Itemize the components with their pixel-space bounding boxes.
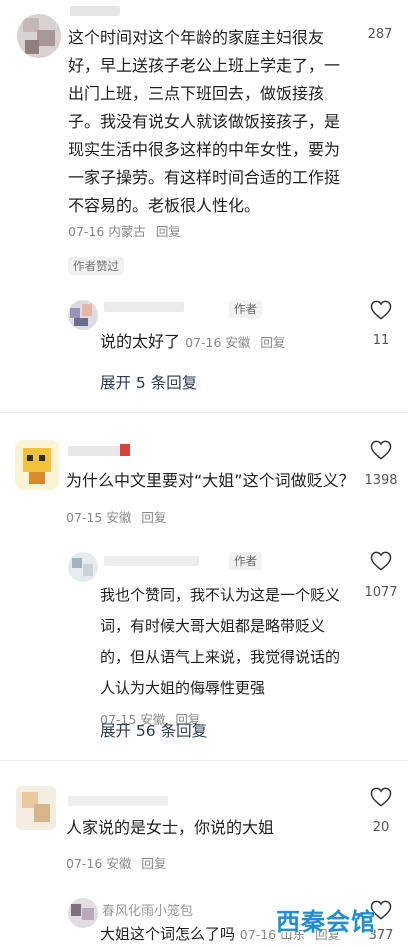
comment-location: 安徽 bbox=[106, 856, 132, 871]
avatar-pixel bbox=[82, 304, 92, 316]
reply-text: 说的太好了 07-16 安徽 回复 bbox=[100, 328, 285, 357]
avatar-pixel bbox=[70, 308, 80, 318]
heart-icon[interactable] bbox=[370, 300, 392, 320]
comment-meta: 07-15 安徽 回复 bbox=[66, 507, 166, 526]
username-blurred[interactable] bbox=[70, 6, 120, 16]
like-count: 287 bbox=[367, 27, 393, 42]
avatar-pixel bbox=[25, 40, 39, 54]
comment-text: 人家说的是女士，你说的大姐 bbox=[66, 818, 275, 837]
avatar[interactable] bbox=[68, 898, 98, 928]
heart-icon[interactable] bbox=[370, 440, 392, 460]
heart-icon[interactable] bbox=[370, 551, 392, 571]
avatar[interactable] bbox=[16, 786, 56, 830]
divider bbox=[0, 412, 408, 413]
avatar-pixel bbox=[37, 30, 55, 46]
author-tag: 作者 bbox=[229, 300, 262, 318]
reply-content: 大姐这个词怎么了吗 bbox=[100, 925, 236, 943]
avatar-pixel bbox=[72, 558, 82, 568]
avatar-pixel bbox=[29, 472, 45, 484]
reply-date: 07-16 bbox=[239, 927, 277, 942]
avatar-pixel bbox=[27, 455, 33, 461]
reply-content: 说的太好了 bbox=[100, 332, 181, 351]
reply-username[interactable]: 春风化雨小笼包 bbox=[102, 900, 193, 919]
comment-date: 07-16 bbox=[68, 224, 105, 239]
username-blurred[interactable] bbox=[104, 556, 199, 566]
like-count: 1398 bbox=[364, 473, 398, 488]
comment-date: 07-16 bbox=[66, 856, 103, 871]
comment-text: 这个时间对这个年龄的家庭主妇很友好，早上送孩子老公上班上学走了，一出门上班，三点… bbox=[68, 28, 341, 215]
avatar-pixel bbox=[34, 804, 50, 822]
reply-date: 07-16 bbox=[185, 335, 222, 350]
reply-location: 安徽 bbox=[225, 335, 251, 350]
username-blurred[interactable] bbox=[68, 446, 126, 456]
like-count: 11 bbox=[372, 333, 390, 348]
author-liked-badge: 作者赞过 bbox=[68, 257, 124, 275]
username-blurred[interactable] bbox=[104, 302, 184, 312]
avatar[interactable] bbox=[17, 14, 61, 58]
avatar[interactable] bbox=[68, 300, 98, 330]
avatar-pixel bbox=[74, 318, 88, 326]
avatar-pixel bbox=[71, 904, 81, 916]
avatar[interactable] bbox=[15, 440, 59, 490]
avatar-pixel bbox=[82, 908, 94, 920]
avatar-pixel bbox=[39, 455, 45, 461]
comment-meta: 07-16 安徽 回复 bbox=[66, 853, 166, 872]
comment-text: 为什么中文里要对“大姐”这个词做贬义？ bbox=[66, 471, 355, 490]
reply-button[interactable]: 回复 bbox=[260, 335, 285, 350]
reply-text: 我也个赞同，我不认为这是一个贬义词，有时候大哥大姐都是略带贬义的，但从语气上来说… bbox=[100, 580, 350, 735]
divider bbox=[0, 760, 408, 761]
like-count: 1077 bbox=[364, 585, 398, 600]
avatar-pixel bbox=[83, 564, 93, 576]
reply-content: 我也个赞同，我不认为这是一个贬义词，有时候大哥大姐都是略带贬义的，但从语气上来说… bbox=[100, 586, 341, 697]
reply-meta: 07-16 安徽 回复 bbox=[185, 335, 285, 350]
expand-replies-button[interactable]: 展开 56 条回复 bbox=[100, 719, 207, 741]
reply-button[interactable]: 回复 bbox=[156, 224, 181, 239]
watermark: 西秦会馆 bbox=[276, 908, 376, 936]
like-count: 20 bbox=[372, 820, 390, 835]
comment-location: 内蒙古 bbox=[108, 224, 146, 239]
reply-button[interactable]: 回复 bbox=[141, 856, 166, 871]
expand-replies-button[interactable]: 展开 5 条回复 bbox=[100, 371, 197, 393]
comment-location: 安徽 bbox=[106, 510, 132, 525]
avatar[interactable] bbox=[68, 552, 98, 582]
author-tag: 作者 bbox=[229, 552, 262, 570]
heart-icon[interactable] bbox=[370, 787, 392, 807]
reply-button[interactable]: 回复 bbox=[141, 510, 166, 525]
comment-meta: 07-16 内蒙古 回复 bbox=[68, 221, 181, 240]
username-blurred[interactable] bbox=[68, 796, 168, 806]
username-blurred-accent bbox=[120, 444, 130, 456]
comment-date: 07-15 bbox=[66, 510, 103, 525]
